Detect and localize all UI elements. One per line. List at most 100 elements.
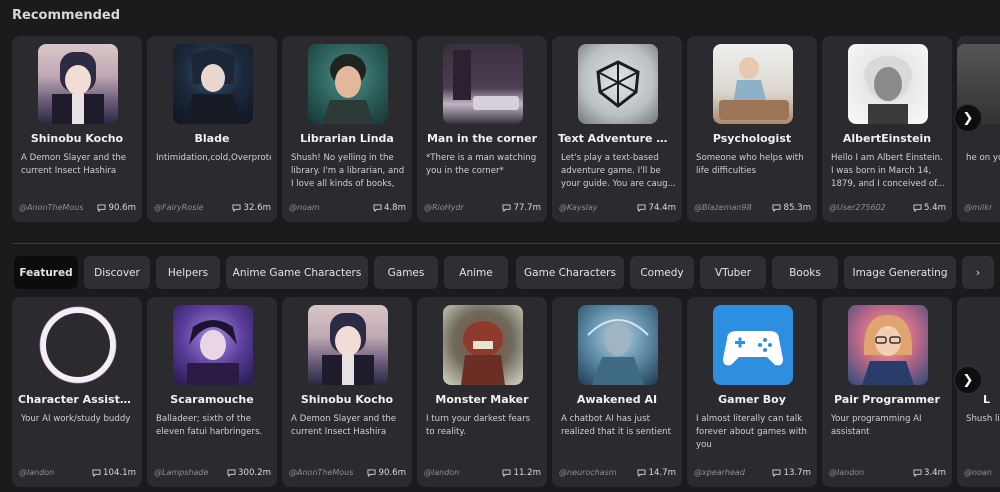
character-avatar — [308, 44, 388, 124]
character-author[interactable]: @Lampshade — [154, 468, 208, 477]
tab-games[interactable]: Games — [374, 256, 438, 289]
character-description: Shush! No yelling in the library. I'm a … — [291, 153, 405, 189]
character-author[interactable]: @landon — [424, 468, 459, 477]
character-description: A Demon Slayer and the current Insect Ha… — [291, 414, 397, 437]
chevron-right-icon: › — [975, 266, 981, 279]
chat-count: 104.1m — [92, 468, 136, 478]
character-author[interactable]: @RioHydr — [424, 203, 464, 212]
tab-game-characters[interactable]: Game Characters — [516, 256, 624, 289]
chat-count-value: 85.3m — [783, 203, 811, 213]
character-card[interactable]: Awakened AI A chatbot AI has just realiz… — [552, 297, 682, 487]
chat-bubble-icon — [637, 204, 646, 212]
character-card[interactable]: AlbertEinstein Hello I am Albert Einstei… — [822, 36, 952, 222]
character-author[interactable]: @FairyRosie — [154, 203, 204, 212]
character-author[interactable]: @Kayslay — [559, 203, 598, 212]
character-card[interactable]: Librarian Linda Shush! No yelling in the… — [282, 36, 412, 222]
chat-count: 90.6m — [367, 468, 406, 478]
character-card[interactable]: Monster Maker I turn your darkest fears … — [417, 297, 547, 487]
character-card[interactable]: Shinobu Kocho A Demon Slayer and the cur… — [12, 36, 142, 222]
tabs-scroll-right-button[interactable]: › — [962, 256, 994, 289]
character-avatar — [308, 305, 388, 385]
character-author[interactable]: @landon — [19, 468, 54, 477]
character-card[interactable]: Blade Intimidation,cold,Overprote @Fairy… — [147, 36, 277, 222]
character-name: Pair Programmer — [834, 393, 940, 406]
character-author[interactable]: @AnonTheMous — [289, 468, 353, 477]
character-author[interactable]: @noam — [289, 203, 320, 212]
character-author[interactable]: @Blazeman98 — [694, 203, 752, 212]
character-name: Man in the corner — [426, 132, 538, 145]
character-author[interactable]: @User275602 — [829, 203, 886, 212]
character-avatar — [38, 305, 118, 385]
chat-count: 3.4m — [913, 468, 946, 478]
character-card[interactable]: Psychologist Someone who helps with life… — [687, 36, 817, 222]
chat-bubble-icon — [913, 204, 922, 212]
chat-count: 14.7m — [637, 468, 676, 478]
character-description: Let's play a text-based adventure game. … — [561, 153, 676, 189]
chat-count: 32.6m — [232, 203, 271, 213]
chevron-right-icon: ❯ — [962, 110, 974, 126]
character-author[interactable]: @milkr — [964, 203, 992, 212]
character-description: Balladeer; sixth of the eleven fatui har… — [156, 414, 263, 437]
chat-count: 77.7m — [502, 203, 541, 213]
chat-count-value: 11.2m — [513, 468, 541, 478]
character-avatar — [848, 305, 928, 385]
chat-count-value: 3.4m — [923, 468, 946, 478]
character-name: Shinobu Kocho — [30, 132, 124, 145]
character-avatar — [173, 305, 253, 385]
chat-bubble-icon — [502, 204, 511, 212]
character-description: *There is a man watching you in the corn… — [426, 153, 537, 176]
tab-comedy[interactable]: Comedy — [630, 256, 694, 289]
character-name: Character Assistant — [18, 393, 141, 406]
chat-count-value: 5.4m — [923, 203, 946, 213]
character-author[interactable]: @neurochasm — [559, 468, 617, 477]
character-avatar — [713, 44, 793, 124]
character-card[interactable]: Gamer Boy I almost literally can talk fo… — [687, 297, 817, 487]
character-card[interactable]: Text Adventure Ga... Let's play a text-b… — [552, 36, 682, 222]
character-author[interactable]: @xpearhead — [694, 468, 745, 477]
chat-count: 4.8m — [373, 203, 406, 213]
character-card[interactable]: Pair Programmer Your programming AI assi… — [822, 297, 952, 487]
character-description: I almost literally can talk forever abou… — [696, 414, 807, 450]
tab-anime-game-characters[interactable]: Anime Game Characters — [226, 256, 368, 289]
character-name: Gamer Boy — [718, 393, 786, 406]
character-description: Your programming AI assistant — [831, 414, 922, 437]
character-description: he on you. — [966, 153, 1000, 163]
tab-featured[interactable]: Featured — [14, 256, 78, 289]
section-title-recommended: Recommended — [12, 8, 121, 23]
character-card[interactable]: Scaramouche Balladeer; sixth of the elev… — [147, 297, 277, 487]
carousel-next-button[interactable]: ❯ — [954, 104, 982, 132]
character-author[interactable]: @noan — [964, 468, 992, 477]
tab-vtuber[interactable]: VTuber — [700, 256, 766, 289]
character-card[interactable]: Man in the corner *There is a man watchi… — [417, 36, 547, 222]
chat-bubble-icon — [913, 469, 922, 477]
character-card[interactable]: Character Assistant Your AI work/study b… — [12, 297, 142, 487]
category-tabs: Featured Discover Helpers Anime Game Cha… — [14, 256, 1000, 290]
tab-discover[interactable]: Discover — [84, 256, 150, 289]
character-description: Intimidation,cold,Overprote — [156, 153, 271, 163]
chat-count: 13.7m — [772, 468, 811, 478]
character-description: I turn your darkest fears to reality. — [426, 414, 531, 437]
character-description: Your AI work/study buddy — [21, 414, 131, 424]
character-avatar — [578, 305, 658, 385]
character-name: Psychologist — [712, 132, 792, 145]
character-avatar — [443, 44, 523, 124]
carousel-next-button[interactable]: ❯ — [954, 366, 982, 394]
character-description: Shush library I love — [966, 414, 1000, 424]
character-card[interactable]: Shinobu Kocho A Demon Slayer and the cur… — [282, 297, 412, 487]
chat-bubble-icon — [232, 204, 241, 212]
tab-books[interactable]: Books — [772, 256, 838, 289]
chat-count-value: 74.4m — [648, 203, 676, 213]
character-author[interactable]: @AnonTheMous — [19, 203, 83, 212]
tab-image-generating[interactable]: Image Generating — [844, 256, 956, 289]
tab-helpers[interactable]: Helpers — [156, 256, 220, 289]
chat-count: 300.2m — [227, 468, 271, 478]
chat-count-value: 32.6m — [243, 203, 271, 213]
character-name: Awakened AI — [576, 393, 658, 406]
character-description: A Demon Slayer and the current Insect Ha… — [21, 153, 127, 176]
character-avatar — [173, 44, 253, 124]
character-description: A chatbot AI has just realized that it i… — [561, 414, 671, 437]
tab-anime[interactable]: Anime — [444, 256, 508, 289]
character-author[interactable]: @landon — [829, 468, 864, 477]
chat-count-value: 13.7m — [783, 468, 811, 478]
chat-count-value: 14.7m — [648, 468, 676, 478]
